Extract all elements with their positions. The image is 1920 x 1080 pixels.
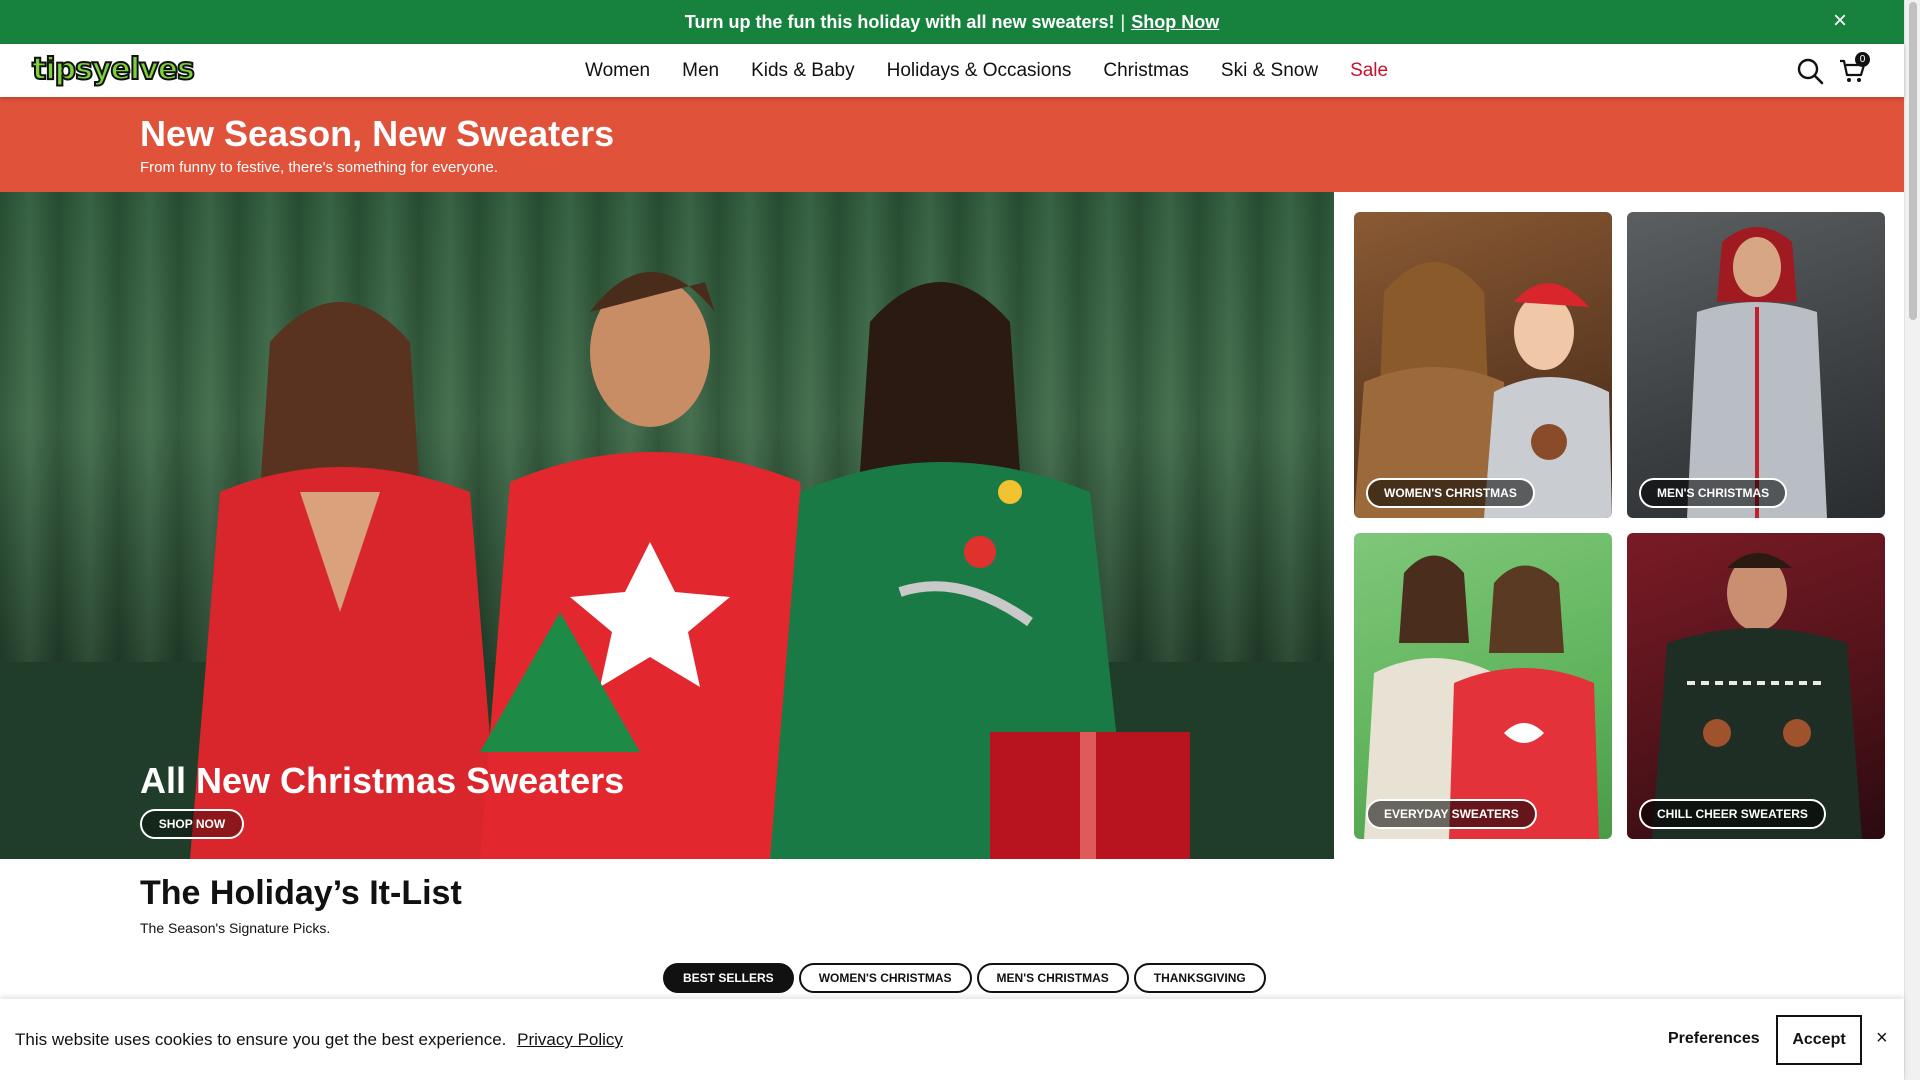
cookie-message-text: This website uses cookies to ensure you … [15,1030,507,1049]
nav-item-kids-baby[interactable]: Kids & Baby [751,60,855,82]
site-logo[interactable]: tipsyelves [31,51,196,88]
everyday-sweaters-label[interactable]: EVERYDAY SWEATERS [1366,799,1537,829]
everyday-sweaters-photo [1364,555,1599,839]
cart-count-badge: 0 [1855,52,1870,67]
banner-subtitle: From funny to festive, there's something… [140,159,499,176]
promo-bar: Turn up the fun this holiday with all ne… [0,0,1904,44]
privacy-policy-link[interactable]: Privacy Policy [517,1030,623,1049]
itlist-tabs: BEST SELLERS WOMEN'S CHRISTMAS MEN'S CHR… [663,963,1266,993]
category-tile-chill-cheer-sweaters[interactable]: CHILL CHEER SWEATERS [1627,533,1885,839]
site-header: tipsyelves Women Men Kids & Baby Holiday… [0,44,1904,97]
tab-best-sellers[interactable]: BEST SELLERS [663,963,794,993]
chill-cheer-sweaters-label[interactable]: CHILL CHEER SWEATERS [1639,799,1826,829]
mens-christmas-photo [1687,227,1827,518]
cookie-banner: This website uses cookies to ensure you … [0,999,1904,1080]
preferences-button[interactable]: Preferences [1668,1030,1760,1048]
category-tile-everyday-sweaters[interactable]: EVERYDAY SWEATERS [1354,533,1612,839]
nav-item-ski-snow[interactable]: Ski & Snow [1221,60,1318,82]
close-icon[interactable]: × [1828,9,1852,34]
season-banner: New Season, New Sweaters From funny to f… [0,97,1904,192]
promo-message: Turn up the fun this holiday with all ne… [684,11,1115,32]
tab-mens-christmas[interactable]: MEN'S CHRISTMAS [976,963,1129,993]
hero-shop-now-button[interactable]: SHOP NOW [140,809,244,839]
mens-christmas-label[interactable]: MEN'S CHRISTMAS [1639,478,1788,508]
chill-cheer-sweaters-photo [1652,553,1862,839]
cookie-message: This website uses cookies to ensure you … [15,1030,623,1050]
hero-image[interactable]: All New Christmas Sweaters SHOP NOW [0,192,1334,859]
category-tile-womens-christmas[interactable]: WOMEN'S CHRISTMAS [1354,212,1612,518]
nav-item-sale[interactable]: Sale [1350,60,1388,82]
itlist-title: The Holiday’s It-List [140,874,462,912]
search-icon[interactable] [1796,57,1824,85]
itlist-subtitle: The Season's Signature Picks. [140,920,331,936]
main-nav: Women Men Kids & Baby Holidays & Occasio… [585,44,1420,97]
category-tile-mens-christmas[interactable]: MEN'S CHRISTMAS [1627,212,1885,518]
promo-shop-now-link[interactable]: Shop Now [1131,12,1219,33]
womens-christmas-label[interactable]: WOMEN'S CHRISTMAS [1366,478,1535,508]
nav-item-christmas[interactable]: Christmas [1103,60,1189,82]
promo-separator: | [1120,11,1126,32]
banner-title: New Season, New Sweaters [140,113,615,154]
nav-item-women[interactable]: Women [585,60,650,82]
womens-christmas-photo [1354,262,1612,518]
hero-people-illustration [0,272,1334,859]
nav-item-men[interactable]: Men [682,60,719,82]
accept-button[interactable]: Accept [1776,1015,1862,1065]
scrollbar-thumb[interactable] [1909,2,1917,320]
tab-womens-christmas[interactable]: WOMEN'S CHRISTMAS [798,963,972,993]
nav-item-holidays[interactable]: Holidays & Occasions [887,60,1072,82]
tab-thanksgiving[interactable]: THANKSGIVING [1133,963,1266,993]
close-icon[interactable]: × [1876,1027,1888,1050]
hero-title: All New Christmas Sweaters [140,760,625,801]
page-scrollbar[interactable] [1904,0,1920,1080]
